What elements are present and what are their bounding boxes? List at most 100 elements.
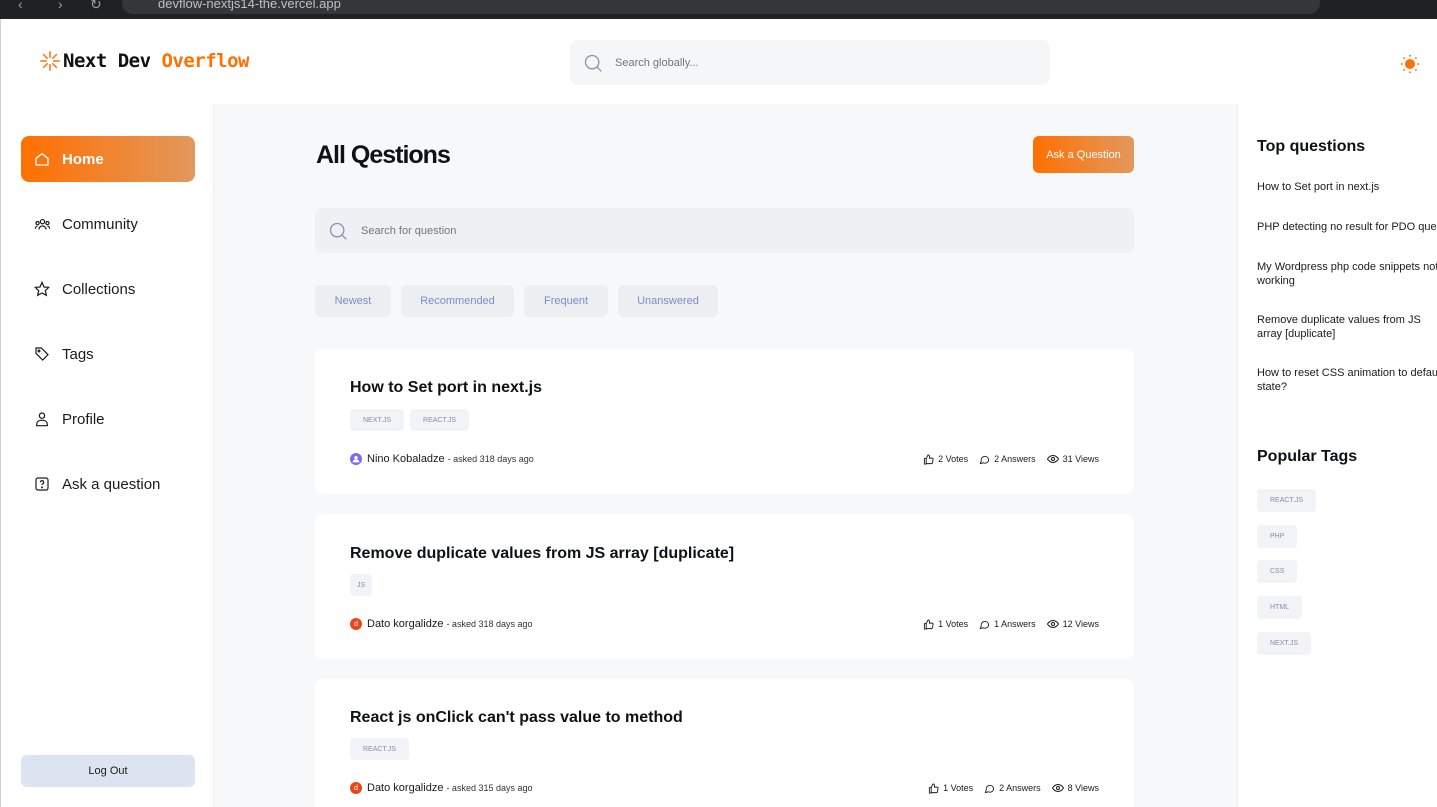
question-search[interactable] (315, 208, 1134, 253)
logout-button[interactable]: Log Out (21, 755, 195, 787)
question-card: How to Set port in next.js NEXT.JS REACT… (315, 349, 1134, 494)
tag-badge[interactable]: REACT.JS (410, 409, 470, 431)
question-icon (33, 475, 51, 493)
sidebar-item-home[interactable]: Home (21, 136, 195, 182)
question-title[interactable]: React js onClick can't pass value to met… (350, 709, 683, 727)
popular-tag[interactable]: HTML (1257, 596, 1303, 619)
tag-badge[interactable]: NEXT.JS (350, 409, 405, 431)
home-icon (33, 150, 51, 168)
global-search[interactable] (570, 40, 1050, 85)
answers-metric: 2 Answers (984, 783, 1041, 794)
votes-count: 1 Votes (938, 619, 969, 629)
top-question-link[interactable]: My Wordpress php code snippets not worki… (1257, 260, 1437, 288)
asked-time: - asked 315 days ago (446, 783, 533, 793)
eye-icon (1046, 454, 1059, 464)
sidebar-item-label: Community (62, 215, 138, 233)
tag-badge[interactable]: JS (350, 574, 373, 596)
brand-name: Next Dev Overflow (63, 50, 249, 72)
question-tags: NEXT.JS REACT.JS (350, 409, 470, 431)
logo-icon (40, 51, 60, 71)
question-author[interactable]: Nino Kobaladze - asked 318 days ago (350, 453, 534, 465)
tag-badge[interactable]: REACT.JS (350, 738, 410, 760)
filter-recommended[interactable]: Recommended (401, 285, 514, 317)
brand-name-primary: Next Dev (63, 50, 151, 72)
sidebar-item-ask-question[interactable]: Ask a question (21, 461, 195, 507)
filter-unanswered[interactable]: Unanswered (618, 285, 718, 317)
global-search-input[interactable] (615, 56, 1015, 69)
asked-time: - asked 318 days ago (446, 619, 533, 629)
views-count: 12 Views (1062, 619, 1099, 629)
question-metrics: 1 Votes 2 Answers 8 Views (917, 782, 1099, 794)
top-question-link[interactable]: Remove duplicate values from JS array [d… (1257, 313, 1437, 341)
back-icon[interactable]: ‹ (18, 0, 23, 12)
like-icon (923, 453, 934, 465)
filter-newest[interactable]: Newest (315, 285, 391, 317)
sidebar-item-tags[interactable]: Tags (21, 331, 195, 377)
votes-metric: 1 Votes (923, 618, 969, 630)
eye-icon (1051, 783, 1064, 793)
question-tags: REACT.JS (350, 738, 410, 760)
forward-icon[interactable]: › (58, 0, 63, 12)
answers-metric: 1 Answers (979, 619, 1036, 630)
like-icon (923, 618, 934, 630)
popular-tag[interactable]: CSS (1257, 560, 1298, 583)
question-author[interactable]: d Dato korgalidze - asked 318 days ago (350, 618, 533, 630)
author-name: Dato korgalidze (367, 782, 444, 794)
views-metric: 12 Views (1046, 618, 1099, 630)
sun-icon[interactable] (1400, 54, 1420, 74)
sidebar-item-label: Collections (62, 280, 136, 298)
answers-count: 2 Answers (999, 783, 1041, 793)
avatar: d (350, 782, 362, 794)
votes-count: 1 Votes (943, 783, 974, 793)
answers-metric: 2 Answers (979, 454, 1036, 465)
top-question-link[interactable]: PHP detecting no result for PDO query (1257, 220, 1437, 234)
users-icon (33, 215, 51, 233)
question-search-input[interactable] (361, 224, 1061, 237)
sidebar-item-label: Tags (62, 345, 94, 363)
avatar (350, 453, 362, 465)
views-metric: 8 Views (1051, 782, 1099, 794)
sidebar-item-community[interactable]: Community (21, 201, 195, 247)
brand-name-accent: Overflow (161, 50, 249, 72)
logo[interactable]: Next Dev Overflow (39, 50, 249, 72)
votes-metric: 2 Votes (923, 453, 968, 465)
answers-count: 2 Answers (994, 454, 1036, 464)
views-count: 31 Views (1062, 454, 1099, 464)
sidebar-item-label: Ask a question (62, 475, 161, 493)
left-sidebar: Home Community Collections Tags Profile … (0, 104, 214, 807)
search-icon (329, 222, 347, 240)
sidebar-item-collections[interactable]: Collections (21, 266, 195, 312)
top-question-link[interactable]: How to reset CSS animation to default st… (1257, 366, 1437, 394)
sidebar-item-label: Home (62, 150, 104, 168)
question-tags: JS (350, 574, 373, 596)
top-question-link[interactable]: How to Set port in next.js (1257, 180, 1437, 194)
ask-question-button[interactable]: Ask a Question (1033, 136, 1134, 173)
question-title[interactable]: Remove duplicate values from JS array [d… (350, 545, 734, 563)
author-name: Nino Kobaladze (367, 453, 445, 465)
answers-count: 1 Answers (994, 619, 1036, 629)
sidebar-item-profile[interactable]: Profile (21, 396, 195, 442)
author-name: Dato korgalidze (367, 618, 444, 630)
question-metrics: 2 Votes 2 Answers 31 Views (912, 453, 1099, 465)
avatar: d (350, 618, 362, 630)
question-title[interactable]: How to Set port in next.js (350, 379, 542, 397)
question-metrics: 1 Votes 1 Answers 12 Views (912, 618, 1099, 630)
question-author[interactable]: d Dato korgalidze - asked 315 days ago (350, 782, 533, 794)
message-icon (979, 620, 990, 629)
user-icon (33, 410, 51, 428)
popular-tag[interactable]: REACT.JS (1257, 489, 1317, 512)
question-card: Remove duplicate values from JS array [d… (315, 514, 1134, 659)
message-icon (979, 455, 990, 464)
search-icon (584, 54, 602, 72)
popular-tag[interactable]: PHP (1257, 525, 1298, 548)
question-card: React js onClick can't pass value to met… (315, 679, 1134, 807)
right-sidebar: Top questions How to Set port in next.js… (1237, 104, 1437, 807)
popular-tag[interactable]: NEXT.JS (1257, 632, 1312, 655)
browser-chrome: ‹ › ↻ devflow-nextjs14-the.vercel.app (0, 0, 1437, 19)
reload-icon[interactable]: ↻ (90, 0, 102, 13)
filter-frequent[interactable]: Frequent (524, 285, 608, 317)
address-bar[interactable]: devflow-nextjs14-the.vercel.app (122, 0, 1320, 14)
star-icon (33, 280, 51, 298)
views-metric: 31 Views (1046, 453, 1099, 465)
like-icon (928, 782, 939, 794)
